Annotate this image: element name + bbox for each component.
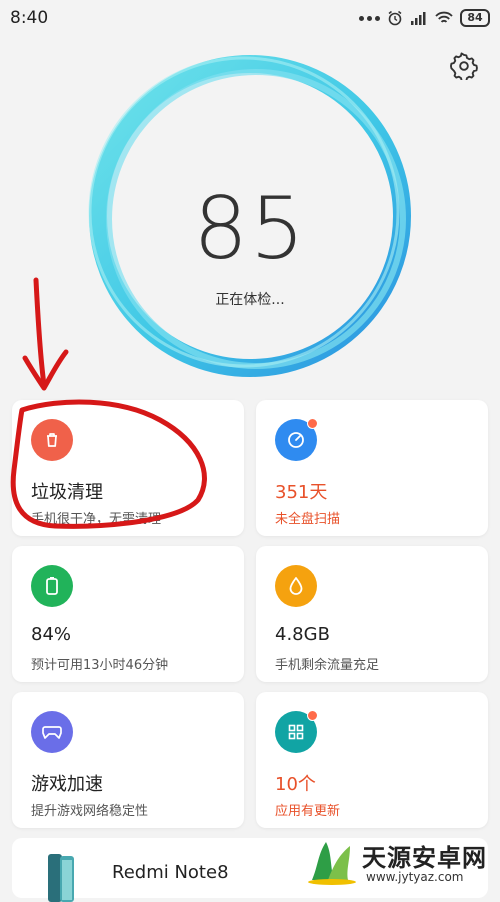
card-app-updates[interactable]: 10个 应用有更新 xyxy=(256,692,488,828)
scan-gauge-icon xyxy=(275,418,318,461)
card-virus-scan[interactable]: 351天 未全盘扫描 xyxy=(256,400,488,536)
card-title: 351天 xyxy=(275,482,328,503)
trash-icon xyxy=(31,419,73,461)
watermark: 天源安卓网 www.jytyaz.com xyxy=(300,836,500,889)
phone-image xyxy=(48,854,74,902)
card-data-usage[interactable]: 4.8GB 手机剩余流量充足 xyxy=(256,546,488,682)
card-title: 4.8GB xyxy=(275,624,330,645)
notification-dot xyxy=(307,710,318,721)
battery-icon xyxy=(31,565,73,607)
health-score-ring[interactable]: 85 正在体检... xyxy=(80,46,420,386)
water-drop-icon xyxy=(275,565,317,607)
card-subtitle: 提升游戏网络稳定性 xyxy=(31,804,149,819)
device-name: Redmi Note8 xyxy=(112,862,229,883)
card-subtitle: 手机剩余流量充足 xyxy=(275,658,380,673)
card-junk-cleanup[interactable]: 垃圾清理 手机很干净，无需清理 xyxy=(12,400,244,536)
alarm-icon xyxy=(388,10,402,26)
card-subtitle: 手机很干净，无需清理 xyxy=(31,512,162,527)
gear-icon[interactable] xyxy=(450,52,478,80)
card-battery[interactable]: 84% 预计可用13小时46分钟 xyxy=(12,546,244,682)
card-game-boost[interactable]: 游戏加速 提升游戏网络稳定性 xyxy=(12,692,244,828)
status-icons: 84 xyxy=(359,9,490,27)
more-dots-icon xyxy=(359,15,380,21)
wifi-icon xyxy=(435,11,453,23)
signal-icon xyxy=(411,12,426,25)
card-title: 垃圾清理 xyxy=(31,482,103,503)
card-subtitle: 应用有更新 xyxy=(275,804,341,819)
watermark-url: www.jytyaz.com xyxy=(366,870,464,884)
apps-grid-icon xyxy=(275,710,318,753)
logo-icon xyxy=(308,842,356,885)
card-title: 84% xyxy=(31,624,72,645)
card-title: 游戏加速 xyxy=(31,774,103,795)
card-title: 10个 xyxy=(275,774,316,795)
status-time: 8:40 xyxy=(10,8,49,28)
card-subtitle: 预计可用13小时46分钟 xyxy=(31,658,169,673)
status-bar: 8:40 84 xyxy=(0,0,500,36)
health-score: 85 xyxy=(193,179,307,279)
battery-indicator: 84 xyxy=(460,9,490,27)
notification-dot xyxy=(307,418,318,429)
scan-status: 正在体检... xyxy=(215,292,285,308)
watermark-title: 天源安卓网 xyxy=(362,844,487,872)
gamepad-icon xyxy=(31,711,73,753)
card-subtitle: 未全盘扫描 xyxy=(275,512,341,527)
